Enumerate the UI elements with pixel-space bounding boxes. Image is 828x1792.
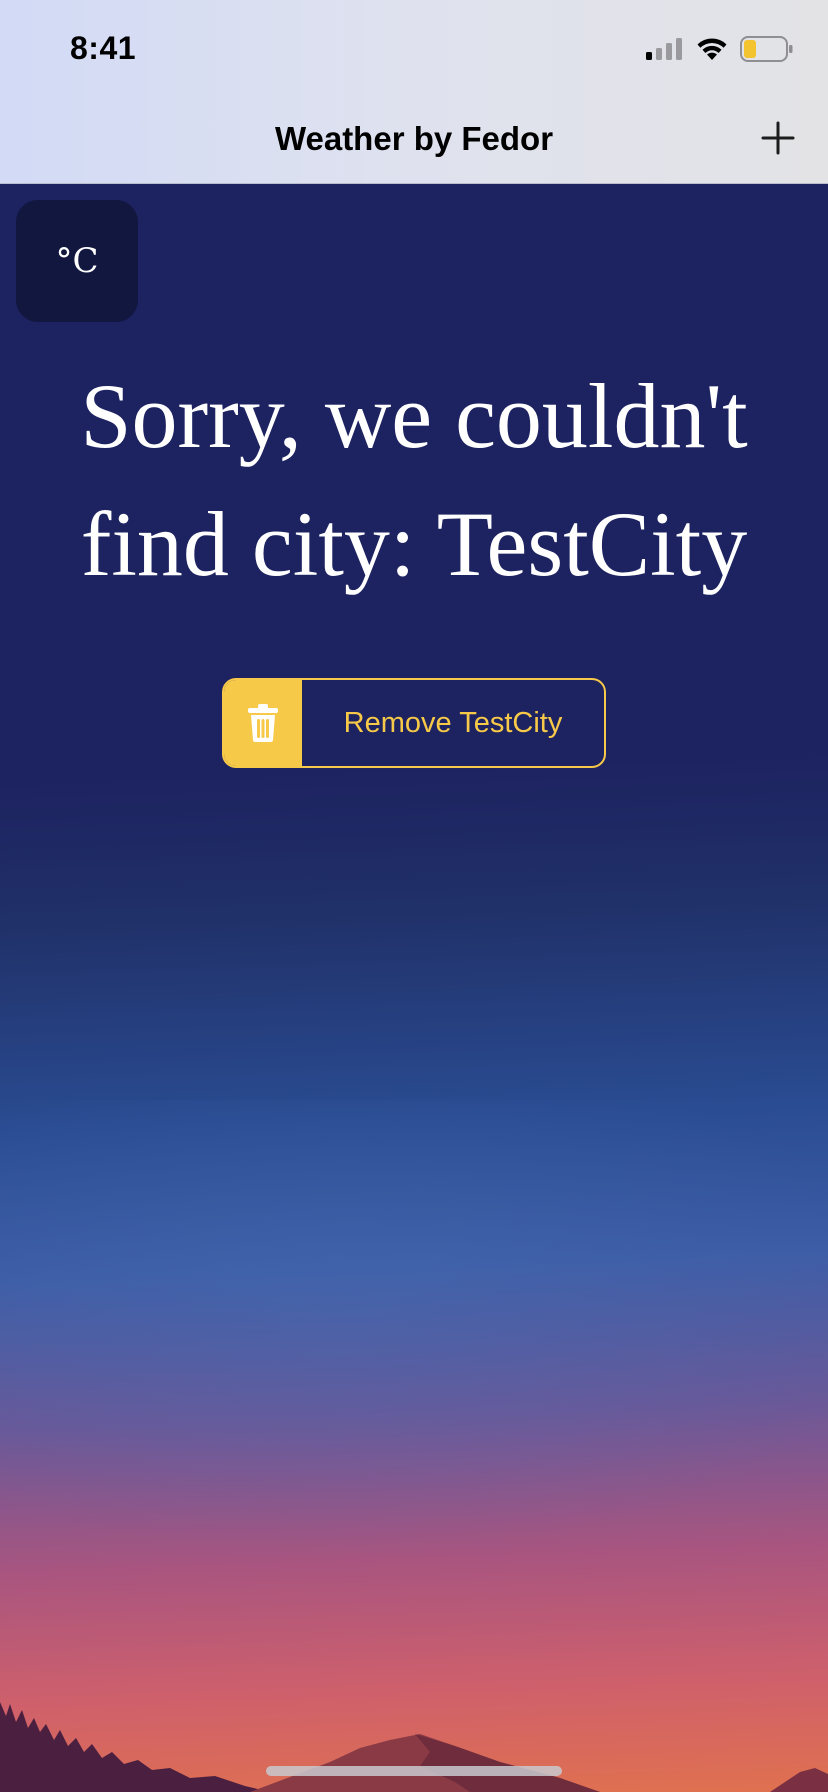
remove-icon-container bbox=[224, 680, 302, 766]
status-indicators bbox=[646, 34, 794, 64]
remove-city-button[interactable]: Remove TestCity bbox=[222, 678, 606, 768]
nav-title: Weather by Fedor bbox=[274, 120, 554, 157]
battery-icon bbox=[740, 36, 793, 62]
top-bar: 8:41 Weather by Fedor bbox=[0, 0, 828, 184]
trash-icon bbox=[248, 704, 278, 742]
weather-screen: 8:41 Weather by Fedor °C Sorry, we could… bbox=[0, 0, 828, 1792]
add-city-button[interactable] bbox=[758, 118, 798, 158]
cellular-signal-icon bbox=[646, 38, 682, 60]
background-haze bbox=[0, 1100, 828, 1600]
plus-icon bbox=[761, 121, 795, 155]
unit-toggle-button[interactable]: °C bbox=[16, 200, 138, 322]
home-indicator[interactable] bbox=[266, 1766, 562, 1776]
status-time: 8:41 bbox=[70, 30, 137, 66]
wifi-icon bbox=[697, 38, 727, 60]
forest-silhouette bbox=[0, 1702, 270, 1792]
hill-silhouette bbox=[770, 1768, 828, 1792]
error-message: Sorry, we couldn't find city: TestCity bbox=[80, 365, 748, 595]
remove-city-label: Remove TestCity bbox=[343, 706, 563, 739]
